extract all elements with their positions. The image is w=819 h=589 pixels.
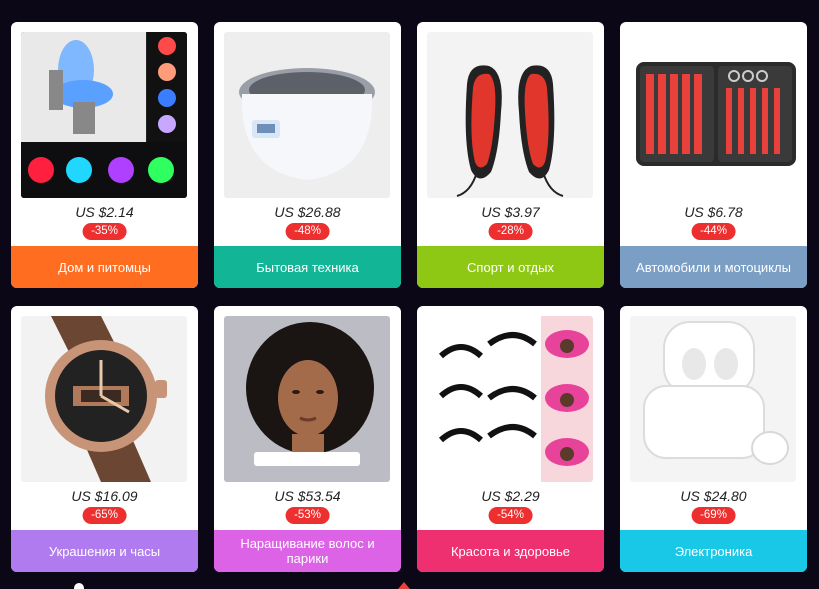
discount-badge: -44% — [691, 223, 736, 240]
product-price: US $2.29 — [481, 488, 540, 504]
product-card[interactable]: US $3.97 -28% Спорт и отдых — [417, 22, 604, 288]
product-card[interactable]: US $26.88 -48% Бытовая техника — [214, 22, 401, 288]
discount-badge: -53% — [285, 507, 330, 524]
product-card[interactable]: US $2.14 -35% Дом и питомцы — [11, 22, 198, 288]
product-grid: US $2.14 -35% Дом и питомцы US $26.88 -4… — [11, 22, 807, 572]
product-image-heated-insoles[interactable] — [427, 32, 593, 198]
product-card[interactable]: US $53.54 -53% Наращивание волос и парик… — [214, 306, 401, 572]
category-button[interactable]: Дом и питомцы — [11, 246, 198, 288]
category-button[interactable]: Бытовая техника — [214, 246, 401, 288]
discount-badge: -69% — [691, 507, 736, 524]
product-image-ultrasonic-cleaner[interactable] — [224, 32, 390, 198]
discount-badge: -48% — [285, 223, 330, 240]
discount-badge: -35% — [82, 223, 127, 240]
product-price: US $3.97 — [481, 204, 540, 220]
product-image-car-tool-kit[interactable] — [630, 32, 796, 198]
product-image-false-eyelashes[interactable] — [427, 316, 593, 482]
product-image-wrist-watch[interactable] — [21, 316, 187, 482]
product-image-curly-wig[interactable] — [224, 316, 390, 482]
product-image-toilet-night-light[interactable] — [21, 32, 187, 198]
product-price: US $26.88 — [274, 204, 341, 220]
product-price: US $16.09 — [71, 488, 138, 504]
category-button[interactable]: Электроника — [620, 530, 807, 572]
discount-badge: -65% — [82, 507, 127, 524]
category-button[interactable]: Наращивание волос и парики — [214, 530, 401, 572]
product-card[interactable]: US $24.80 -69% Электроника — [620, 306, 807, 572]
category-button[interactable]: Украшения и часы — [11, 530, 198, 572]
product-card[interactable]: US $6.78 -44% Автомобили и мотоциклы — [620, 22, 807, 288]
product-price: US $53.54 — [274, 488, 341, 504]
product-price: US $6.78 — [684, 204, 743, 220]
product-image-wireless-earbuds[interactable] — [630, 316, 796, 482]
discount-badge: -54% — [488, 507, 533, 524]
product-card[interactable]: US $2.29 -54% Красота и здоровье — [417, 306, 604, 572]
category-button[interactable]: Красота и здоровье — [417, 530, 604, 572]
product-card[interactable]: US $16.09 -65% Украшения и часы — [11, 306, 198, 572]
decorative-shape — [74, 583, 84, 589]
decorative-triangle-icon — [398, 582, 410, 589]
product-price: US $24.80 — [680, 488, 747, 504]
product-price: US $2.14 — [75, 204, 134, 220]
category-button[interactable]: Автомобили и мотоциклы — [620, 246, 807, 288]
discount-badge: -28% — [488, 223, 533, 240]
category-button[interactable]: Спорт и отдых — [417, 246, 604, 288]
